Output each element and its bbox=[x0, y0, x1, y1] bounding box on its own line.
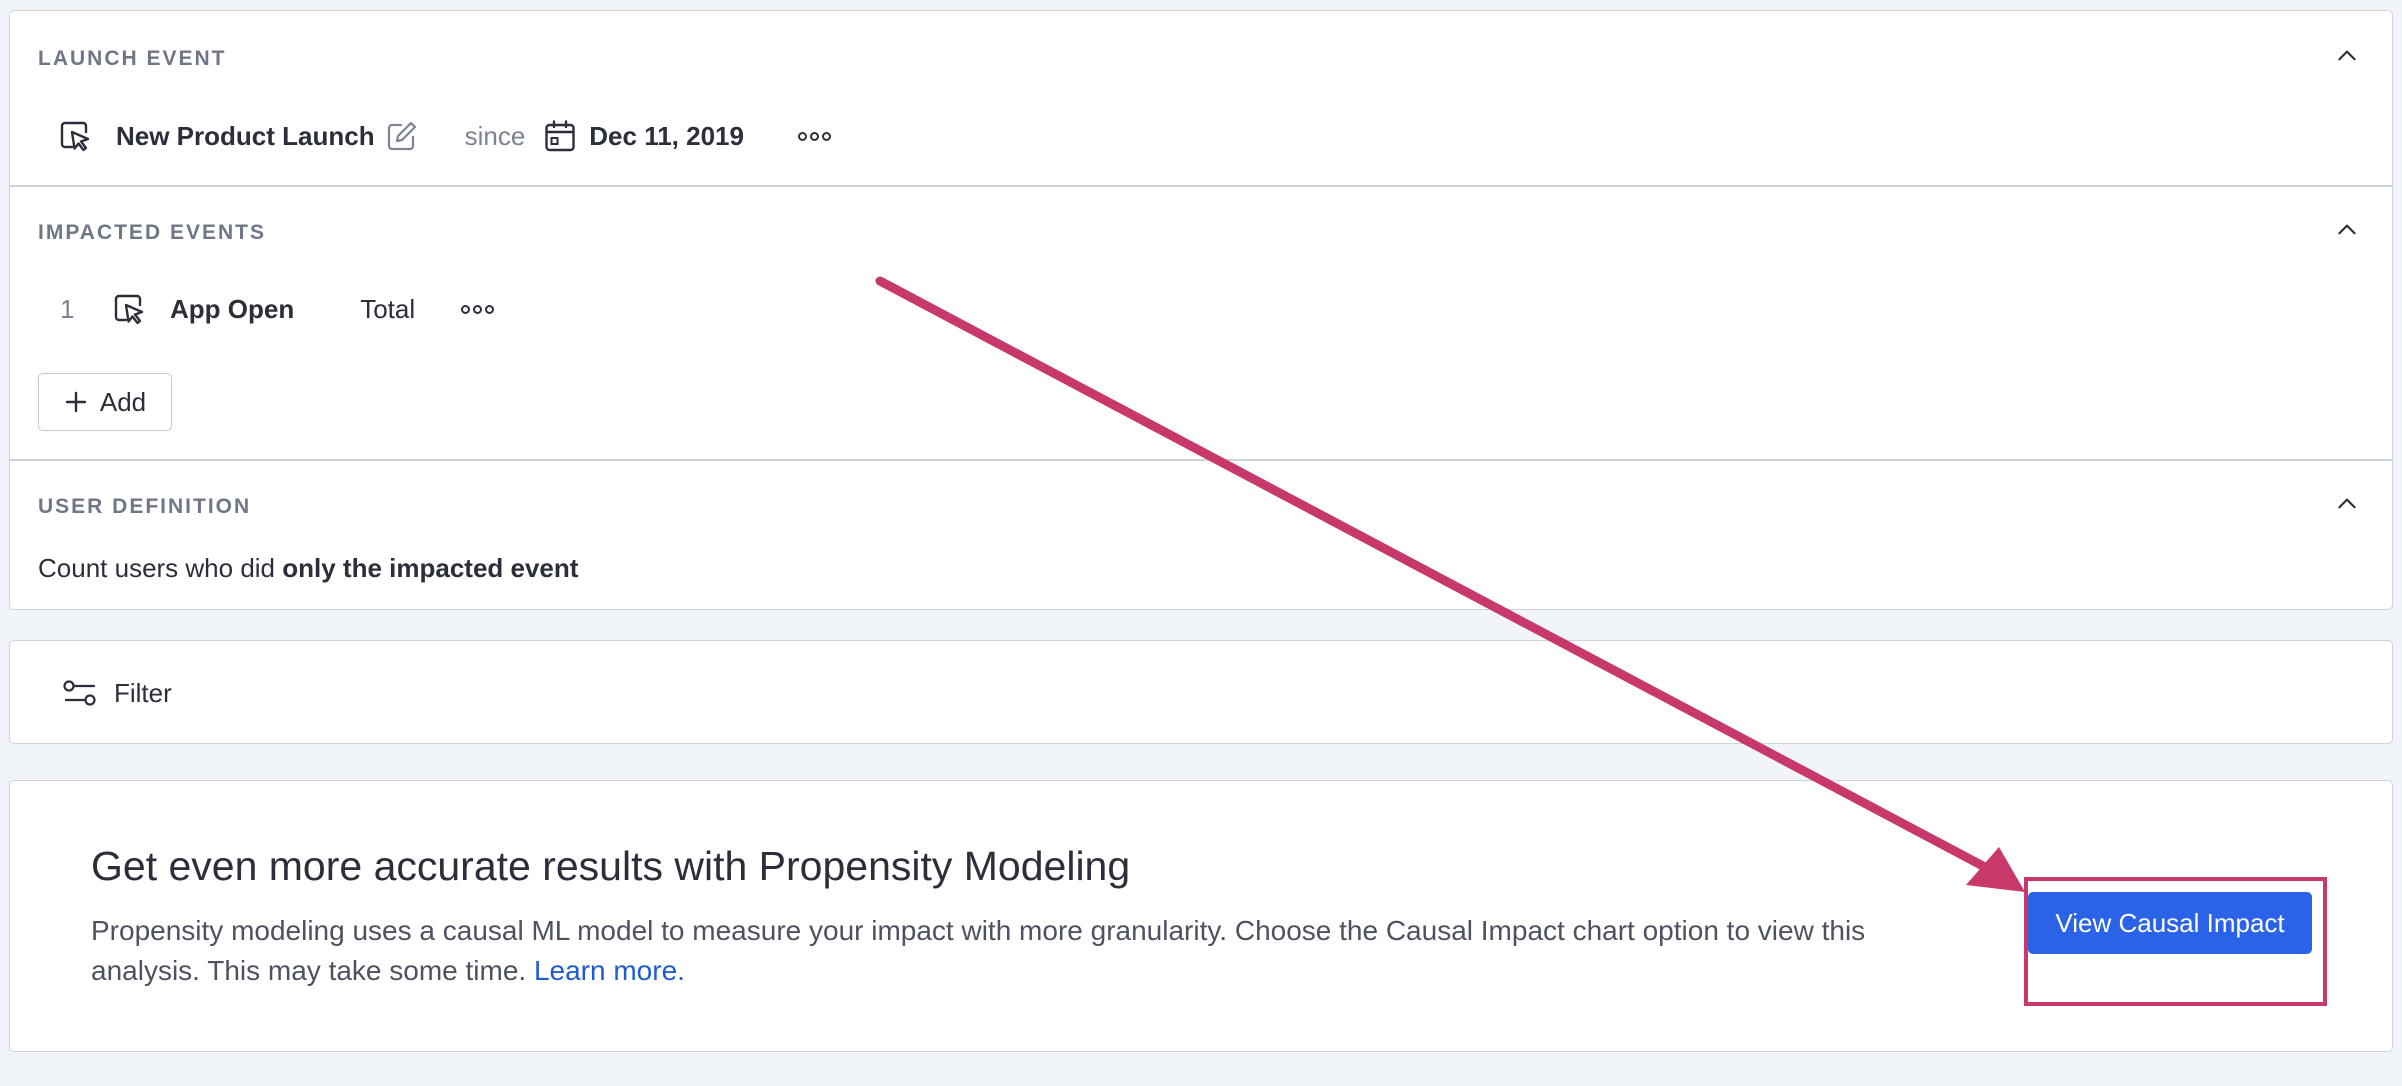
cursor-click-icon bbox=[112, 292, 146, 326]
pencil-edit-icon[interactable] bbox=[385, 119, 419, 153]
impacted-event-name[interactable]: App Open bbox=[170, 294, 294, 325]
filter-label: Filter bbox=[114, 677, 172, 708]
plus-icon bbox=[64, 390, 88, 414]
launch-event-name[interactable]: New Product Launch bbox=[116, 121, 375, 152]
user-definition-emphasis: only the impacted event bbox=[282, 552, 579, 583]
learn-more-link[interactable]: Learn more. bbox=[534, 955, 685, 986]
user-definition-text[interactable]: Count users who did only the impacted ev… bbox=[38, 548, 578, 588]
launch-event-section: LAUNCH EVENT New Product Launch since De… bbox=[10, 11, 2392, 185]
launch-event-row: New Product Launch since Dec 11, 2019 bbox=[58, 111, 831, 161]
promo-body: Propensity modeling uses a causal ML mod… bbox=[91, 911, 1871, 991]
filter-sliders-icon bbox=[62, 678, 98, 708]
impacted-event-index: 1 bbox=[60, 293, 75, 324]
filter-button[interactable]: Filter bbox=[62, 671, 172, 715]
chevron-up-icon[interactable] bbox=[2334, 217, 2360, 243]
user-definition-title: USER DEFINITION bbox=[38, 495, 252, 518]
launch-event-date[interactable]: Dec 11, 2019 bbox=[589, 121, 744, 152]
more-options-icon[interactable] bbox=[461, 304, 495, 314]
impacted-events-title: IMPACTED EVENTS bbox=[38, 221, 266, 244]
query-builder-card: LAUNCH EVENT New Product Launch since De… bbox=[9, 10, 2393, 610]
filter-card[interactable]: Filter bbox=[9, 640, 2393, 744]
impacted-event-measure[interactable]: Total bbox=[360, 294, 415, 325]
since-label: since bbox=[464, 120, 526, 151]
launch-event-title: LAUNCH EVENT bbox=[38, 47, 227, 70]
user-definition-prefix: Count users who did bbox=[38, 552, 283, 583]
cursor-click-icon bbox=[58, 119, 92, 153]
calendar-icon[interactable] bbox=[543, 119, 577, 153]
add-event-button[interactable]: Add bbox=[38, 373, 172, 431]
chevron-up-icon[interactable] bbox=[2334, 491, 2360, 517]
user-definition-section: USER DEFINITION Count users who did only… bbox=[10, 460, 2392, 610]
promo-body-text: Propensity modeling uses a causal ML mod… bbox=[91, 915, 1866, 986]
impacted-event-row: 1 App Open Total bbox=[60, 284, 495, 334]
more-options-icon[interactable] bbox=[797, 131, 831, 141]
promo-title: Get even more accurate results with Prop… bbox=[91, 843, 1131, 889]
add-button-label: Add bbox=[99, 386, 147, 417]
chevron-up-icon[interactable] bbox=[2334, 43, 2360, 69]
annotation-highlight-box bbox=[2024, 877, 2327, 1006]
impacted-events-section: IMPACTED EVENTS 1 App Open Total bbox=[10, 186, 2392, 459]
